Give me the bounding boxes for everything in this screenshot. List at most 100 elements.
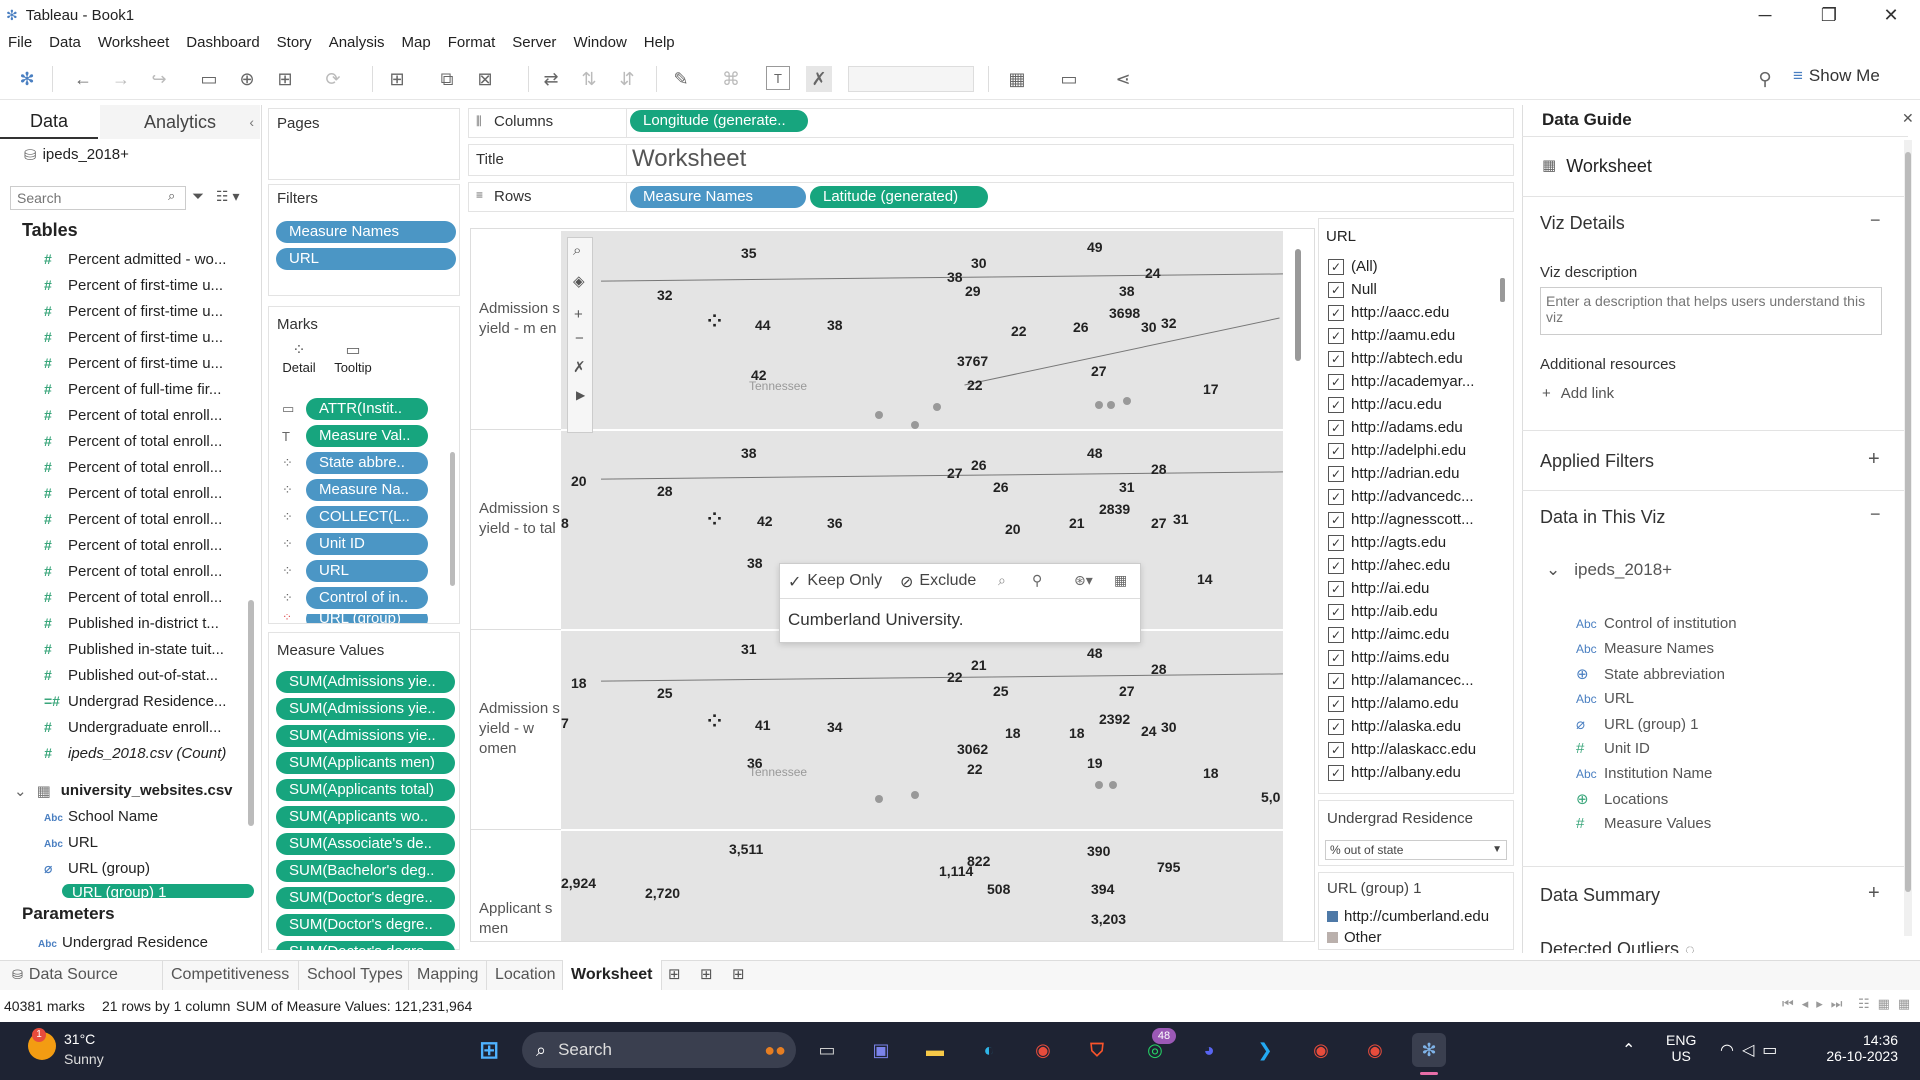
map-label[interactable]: 41 — [755, 717, 771, 733]
menu-server[interactable]: Server — [512, 34, 556, 51]
map-label[interactable]: 3062 — [957, 741, 988, 757]
field-item[interactable]: # Percent of first-time u... — [44, 277, 223, 294]
url-checkbox[interactable]: ✓ http://alamo.edu — [1328, 695, 1459, 712]
map-label[interactable]: 35 — [741, 245, 757, 261]
expand-icon[interactable]: + — [1868, 882, 1880, 905]
map-label[interactable]: 22 — [1011, 323, 1027, 339]
map-label[interactable]: 28 — [657, 483, 673, 499]
rows-pill-latitude[interactable]: Latitude (generated) — [810, 186, 988, 208]
pin-icon[interactable]: ⚲ — [1032, 572, 1042, 589]
field-item[interactable]: # Published in-state tuit... — [44, 641, 224, 658]
new-datasource-icon[interactable]: ⊕ — [234, 66, 260, 92]
map-label[interactable]: 30 — [971, 255, 987, 271]
mark-pill[interactable]: State abbre.. — [306, 452, 428, 474]
swap-rows-columns-icon[interactable]: ⇄ — [538, 66, 564, 92]
clear-sheet-icon[interactable]: ⊠ — [472, 66, 498, 92]
url-checkbox[interactable]: ✓ http://aib.edu — [1328, 603, 1438, 620]
field-item[interactable]: # Percent of total enroll... — [44, 459, 222, 476]
menu-data[interactable]: Data — [49, 34, 81, 51]
mark-row[interactable]: ⁘ Unit ID — [282, 533, 428, 555]
menu-worksheet[interactable]: Worksheet — [98, 34, 169, 51]
map-label[interactable]: 394 — [1091, 881, 1114, 897]
url-list-scrollbar[interactable] — [1500, 278, 1505, 302]
map-label[interactable]: 29 — [965, 283, 981, 299]
guide-field[interactable]: ⌀ URL (group) 1 — [1576, 715, 1698, 733]
map-label[interactable]: 48 — [1087, 645, 1103, 661]
map-label[interactable]: 30 — [1161, 719, 1177, 735]
applied-filters-header[interactable]: Applied Filters — [1540, 451, 1654, 472]
map-label[interactable]: 27 — [947, 465, 963, 481]
pause-updates-icon[interactable]: ⊞ — [272, 66, 298, 92]
replay-icon[interactable]: ↪ — [146, 66, 172, 92]
viz-canvas[interactable]: Admission s yield - m en Admission s yie… — [470, 228, 1315, 942]
view-data-icon[interactable]: ▦ — [1114, 572, 1127, 589]
field-item[interactable]: # Published out-of-stat... — [44, 667, 218, 684]
measure-value-pill[interactable]: SUM(Admissions yie.. — [276, 725, 455, 747]
menu-dashboard[interactable]: Dashboard — [186, 34, 259, 51]
url-checkbox[interactable]: ✓ (All) — [1328, 258, 1378, 275]
tableau-taskbar-icon[interactable]: ✻ — [1412, 1033, 1446, 1067]
field-item[interactable]: # Percent of total enroll... — [44, 485, 222, 502]
field-item-selected[interactable]: URL (group) 1 — [62, 884, 254, 898]
field-item[interactable]: # Percent of total enroll... — [44, 537, 222, 554]
map-point[interactable] — [875, 795, 883, 803]
measure-value-pill[interactable]: SUM(Associate's de.. — [276, 833, 455, 855]
guide-scrollbar[interactable] — [1905, 152, 1911, 892]
mark-pill[interactable]: Measure Val.. — [306, 425, 428, 447]
field-item[interactable]: # Published in-district t... — [44, 615, 219, 632]
expand-toolbar-icon[interactable]: ▶ — [576, 388, 585, 402]
expand-icon[interactable]: + — [1868, 448, 1880, 471]
map-label[interactable]: 390 — [1087, 843, 1110, 859]
field-item[interactable]: # Percent of total enroll... — [44, 589, 222, 606]
group-icon[interactable]: ⌕ — [998, 572, 1006, 589]
fix-axes-icon[interactable]: ✗ — [806, 66, 832, 92]
url-checkbox[interactable]: ✓ http://abtech.edu — [1328, 350, 1463, 367]
detected-outliers-header[interactable]: Detected Outliers ◌ — [1540, 941, 1860, 953]
measure-value-pill[interactable]: SUM(Applicants men) — [276, 752, 455, 774]
sort-descending-icon[interactable]: ⇵ — [614, 66, 640, 92]
detail-button[interactable]: ⁘ Detail — [280, 340, 318, 388]
map-label[interactable]: 38 — [747, 555, 763, 571]
add-link-button[interactable]: + Add link — [1542, 385, 1614, 402]
field-item[interactable]: # Percent admitted - wo... — [44, 251, 226, 268]
url-checkbox[interactable]: ✓ http://alamancec... — [1328, 672, 1474, 689]
map-panel[interactable]: 31 21 48 28 22 25 27 18 25 41 34 18 18 2… — [561, 631, 1283, 829]
viz-scrollbar[interactable] — [1295, 249, 1301, 361]
row-header[interactable]: Admission s yield - to tal — [479, 499, 561, 539]
map-point[interactable] — [933, 403, 941, 411]
mark-row[interactable]: ⁘ URL (group) — [282, 614, 442, 623]
legend-item[interactable]: Other — [1327, 929, 1382, 946]
url-checkbox[interactable]: ✓ http://ai.edu — [1328, 580, 1429, 597]
map-label[interactable]: 27 — [1119, 683, 1135, 699]
url-checkbox[interactable]: ✓ http://aamu.edu — [1328, 327, 1455, 344]
discord-icon[interactable]: ◕ — [1192, 1033, 1226, 1067]
url-checkbox[interactable]: ✓ http://adams.edu — [1328, 419, 1463, 436]
view-options-icon[interactable]: ☷ ▾ — [216, 188, 239, 205]
zoom-in-icon[interactable]: + — [574, 306, 583, 323]
menu-map[interactable]: Map — [402, 34, 431, 51]
refresh-icon[interactable]: ⟳ — [320, 66, 346, 92]
field-item[interactable]: =# Undergrad Residence... — [44, 693, 226, 710]
map-label[interactable]: 32 — [657, 287, 673, 303]
map-point[interactable] — [911, 421, 919, 429]
tab-worksheet[interactable]: Worksheet — [562, 960, 662, 990]
map-label[interactable]: 18 — [1203, 765, 1219, 781]
teams-icon[interactable]: ▣ — [864, 1033, 898, 1067]
guide-field[interactable]: Abc URL — [1576, 690, 1634, 707]
map-label[interactable]: 20 — [1005, 521, 1021, 537]
mark-pill[interactable]: COLLECT(L.. — [306, 506, 428, 528]
map-label[interactable]: 26 — [1073, 319, 1089, 335]
map-label[interactable]: 3767 — [957, 353, 988, 369]
chrome-icon[interactable]: ◉ — [1026, 1033, 1060, 1067]
close-button[interactable]: ✕ — [1862, 0, 1920, 30]
mark-pill[interactable]: ATTR(Instit.. — [306, 398, 428, 420]
map-label[interactable]: 22 — [967, 377, 983, 393]
tableau-home-icon[interactable]: ✻ — [14, 66, 40, 92]
tab-competitiveness[interactable]: Competitiveness — [162, 960, 297, 990]
zoom-out-icon[interactable]: − — [575, 330, 584, 347]
map-label[interactable]: 28 — [1151, 661, 1167, 677]
map-label[interactable]: 31 — [741, 641, 757, 657]
link-icon[interactable]: ⊛▾ — [1074, 572, 1093, 589]
worksheet-title[interactable]: Worksheet — [632, 145, 746, 173]
map-label[interactable]: 20 — [571, 473, 587, 489]
